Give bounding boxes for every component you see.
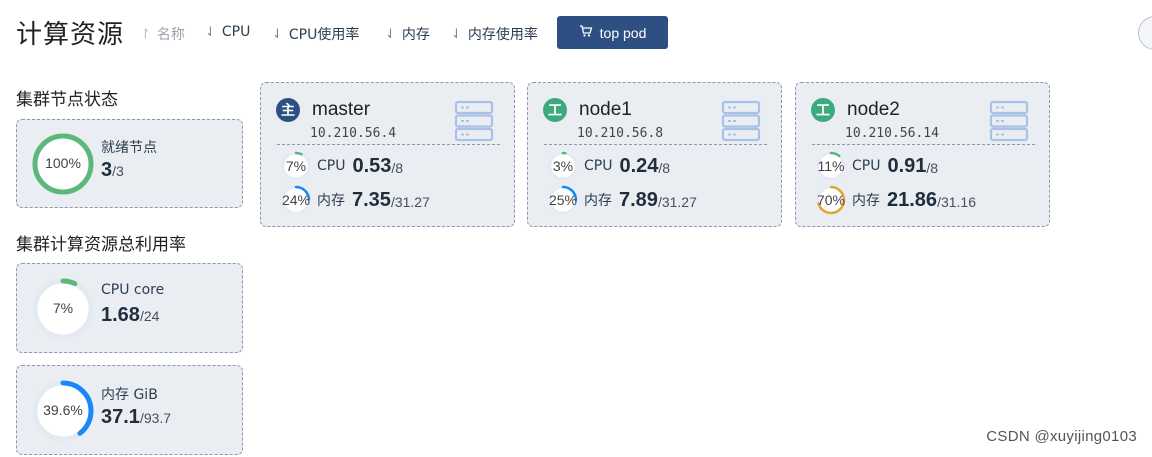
mem-percent: 25% bbox=[548, 192, 578, 208]
server-icon bbox=[721, 100, 761, 147]
node-ip: 10.210.56.8 bbox=[577, 126, 664, 141]
cpu-value: 0.24 bbox=[619, 154, 659, 177]
sort-desc-icon: ⇃ bbox=[385, 26, 396, 42]
mem-percent: 24% bbox=[281, 192, 311, 208]
cluster-usage-title: 集群计算资源总利用率 bbox=[16, 235, 186, 255]
cart-icon bbox=[579, 24, 593, 41]
mem-mini-ring: 24% bbox=[281, 185, 311, 215]
mem-label: 内存 bbox=[852, 193, 880, 209]
sort-by-cpu-usage[interactable]: ⇃ CPU使用率 bbox=[272, 24, 359, 44]
top-pod-button[interactable]: top pod bbox=[557, 16, 668, 49]
server-icon bbox=[989, 100, 1029, 147]
sort-label: 内存使用率 bbox=[467, 27, 538, 43]
mem-value: 7.89 bbox=[619, 188, 658, 211]
node-ip: 10.210.56.14 bbox=[845, 126, 939, 141]
node-cpu-row: 3% CPU 0.24 /8 bbox=[548, 151, 670, 181]
mem-value: 21.86 bbox=[887, 188, 938, 211]
worker-badge-icon: 工 bbox=[811, 98, 835, 122]
node-name: master bbox=[312, 99, 371, 120]
cpu-percent: 3% bbox=[552, 158, 574, 174]
mem-label: 内存 bbox=[317, 193, 345, 209]
node-card-node2[interactable]: 工 node2 10.210.56.14 11% CPU 0.91 /8 70%… bbox=[795, 82, 1050, 227]
node-mem-row: 70% 内存 21.86 /31.16 bbox=[816, 185, 976, 215]
mem-total: /31.27 bbox=[390, 194, 430, 210]
node-cpu-row: 11% CPU 0.91 /8 bbox=[816, 151, 938, 181]
node-mem-row: 24% 内存 7.35 /31.27 bbox=[281, 185, 430, 215]
ready-nodes-card: 100% 就绪节点 3/3 bbox=[16, 119, 243, 208]
cpu-mini-ring: 11% bbox=[816, 151, 846, 181]
sort-label: 名称 bbox=[156, 27, 185, 43]
mem-percent: 70% bbox=[816, 192, 846, 208]
sort-by-memory[interactable]: ⇃ 内存 bbox=[385, 24, 430, 44]
sort-asc-icon: ↾ bbox=[140, 26, 151, 42]
mem-label: 内存 bbox=[584, 193, 612, 209]
ready-nodes-percent: 100% bbox=[45, 155, 81, 171]
node-mem-row: 25% 内存 7.89 /31.27 bbox=[548, 185, 697, 215]
sort-by-cpu[interactable]: ⇃ CPU bbox=[205, 24, 250, 40]
mem-value: 7.35 bbox=[352, 188, 391, 211]
page-title: 计算资源 bbox=[16, 20, 125, 50]
memory-card: 39.6% 内存 GiB 37.1/93.7 bbox=[16, 365, 243, 455]
sort-label: CPU使用率 bbox=[288, 27, 360, 43]
cpu-core-value: 1.68/24 bbox=[101, 304, 160, 326]
cpu-core-label: CPU core bbox=[101, 282, 165, 298]
ready-nodes-label: 就绪节点 bbox=[101, 140, 157, 156]
node-cpu-row: 7% CPU 0.53 /8 bbox=[281, 151, 403, 181]
divider bbox=[812, 144, 1035, 145]
divider bbox=[544, 144, 767, 145]
node-ip: 10.210.56.4 bbox=[310, 126, 397, 141]
cpu-percent: 11% bbox=[817, 158, 845, 174]
sort-label: 内存 bbox=[401, 27, 430, 43]
sort-desc-icon: ⇃ bbox=[451, 26, 462, 42]
cpu-core-ring: 7% bbox=[31, 277, 95, 341]
ready-nodes-ring: 100% bbox=[31, 132, 95, 196]
top-pod-label: top pod bbox=[599, 24, 647, 41]
cpu-label: CPU bbox=[852, 158, 881, 174]
watermark: CSDN @xuyijing0103 bbox=[986, 428, 1137, 445]
node-name: node2 bbox=[847, 99, 900, 120]
circle-action-button[interactable] bbox=[1138, 16, 1152, 50]
memory-value: 37.1/93.7 bbox=[101, 406, 172, 428]
node-card-master[interactable]: 主 master 10.210.56.4 7% CPU 0.53 /8 24% … bbox=[260, 82, 515, 227]
ready-nodes-value: 3/3 bbox=[101, 159, 124, 181]
cpu-core-percent: 7% bbox=[52, 300, 74, 316]
node-name: node1 bbox=[579, 99, 632, 120]
divider bbox=[277, 144, 500, 145]
cpu-mini-ring: 7% bbox=[281, 151, 311, 181]
mem-mini-ring: 70% bbox=[816, 185, 846, 215]
sort-desc-icon: ⇃ bbox=[272, 26, 283, 42]
node-card-node1[interactable]: 工 node1 10.210.56.8 3% CPU 0.24 /8 25% 内… bbox=[527, 82, 782, 227]
cpu-percent: 7% bbox=[285, 158, 307, 174]
cpu-total: /8 bbox=[658, 160, 671, 176]
cpu-value: 0.53 bbox=[352, 154, 392, 177]
cluster-node-status-title: 集群节点状态 bbox=[16, 90, 118, 110]
mem-total: /31.16 bbox=[937, 194, 976, 210]
memory-percent: 39.6% bbox=[43, 402, 83, 418]
worker-badge-icon: 工 bbox=[543, 98, 567, 122]
mem-total: /31.27 bbox=[657, 194, 697, 210]
sort-by-name[interactable]: ↾ 名称 bbox=[140, 24, 185, 44]
cpu-value: 0.91 bbox=[887, 154, 927, 177]
sort-label: CPU bbox=[221, 24, 251, 40]
memory-ring: 39.6% bbox=[31, 379, 95, 443]
sort-desc-icon: ⇃ bbox=[205, 24, 216, 40]
cpu-total: /8 bbox=[391, 160, 404, 176]
cpu-core-card: 7% CPU core 1.68/24 bbox=[16, 263, 243, 353]
cpu-total: /8 bbox=[926, 160, 939, 176]
server-icon bbox=[454, 100, 494, 147]
cpu-label: CPU bbox=[317, 158, 346, 174]
memory-label: 内存 GiB bbox=[101, 387, 158, 403]
mem-mini-ring: 25% bbox=[548, 185, 578, 215]
cpu-label: CPU bbox=[584, 158, 613, 174]
cpu-mini-ring: 3% bbox=[548, 151, 578, 181]
sort-by-memory-usage[interactable]: ⇃ 内存使用率 bbox=[451, 24, 538, 44]
master-badge-icon: 主 bbox=[276, 98, 300, 122]
